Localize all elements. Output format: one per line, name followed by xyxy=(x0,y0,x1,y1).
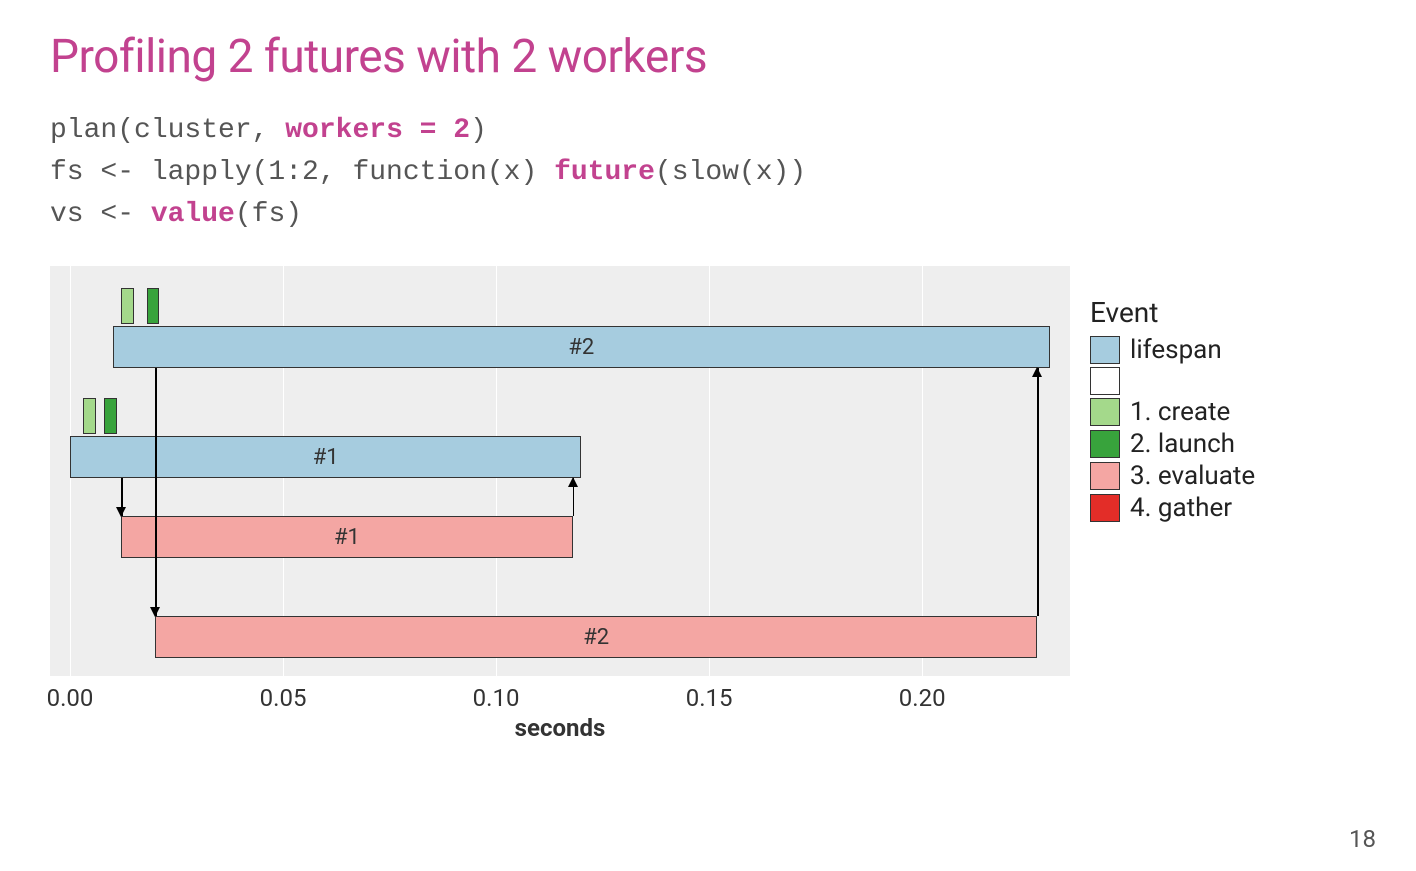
legend: Event lifespan 1. create2. launch3. evalu… xyxy=(1090,266,1255,525)
code-text: ) xyxy=(470,115,487,146)
code-line-1: plan(cluster, workers = 2) xyxy=(50,110,1366,152)
arrow xyxy=(1037,368,1039,616)
legend-title: Event xyxy=(1090,296,1255,329)
legend-label: 2. launch xyxy=(1130,429,1235,459)
legend-label: 3. evaluate xyxy=(1130,461,1255,491)
future2-lifespan: #2 xyxy=(113,326,1050,368)
legend-swatch xyxy=(1090,336,1120,364)
legend-label: lifespan xyxy=(1130,335,1222,365)
arrow xyxy=(573,478,575,516)
legend-swatch xyxy=(1090,462,1120,490)
page-title: Profiling 2 futures with 2 workers xyxy=(50,30,1366,84)
legend-item: 3. evaluate xyxy=(1090,461,1255,491)
gantt-chart: #2 #1 #1 #2 xyxy=(50,266,1070,676)
x-tick-label: 0.10 xyxy=(473,684,520,712)
x-tick-label: 0.20 xyxy=(899,684,946,712)
x-axis-label: seconds xyxy=(515,714,606,742)
future1-lifespan: #1 xyxy=(70,436,581,478)
x-tick-label: 0.15 xyxy=(686,684,733,712)
code-line-3: vs <- value(fs) xyxy=(50,194,1366,236)
code-text: fs <- lapply(1:2, function(x) xyxy=(50,157,554,188)
legend-swatch xyxy=(1090,398,1120,426)
legend-item: 4. gather xyxy=(1090,493,1255,523)
page-number: 18 xyxy=(1349,825,1376,853)
legend-label: 4. gather xyxy=(1130,493,1232,523)
future2-evaluate: #2 xyxy=(155,616,1037,658)
legend-swatch xyxy=(1090,367,1120,395)
legend-item: 2. launch xyxy=(1090,429,1255,459)
legend-item: 1. create xyxy=(1090,397,1255,427)
legend-item: lifespan xyxy=(1090,335,1255,365)
code-highlight: value xyxy=(151,199,235,230)
code-highlight: workers = 2 xyxy=(285,115,470,146)
code-highlight: future xyxy=(554,157,655,188)
x-axis: seconds 0.00 0.05 0.10 0.15 0.20 xyxy=(50,684,1070,744)
legend-item xyxy=(1090,367,1255,395)
code-text: (fs) xyxy=(235,199,302,230)
legend-label: 1. create xyxy=(1130,397,1230,427)
arrow xyxy=(155,368,157,616)
future1-create xyxy=(83,398,96,434)
code-text: (slow(x)) xyxy=(655,157,806,188)
legend-swatch xyxy=(1090,494,1120,522)
code-text: plan(cluster, xyxy=(50,115,285,146)
legend-swatch xyxy=(1090,430,1120,458)
future1-evaluate: #1 xyxy=(121,516,573,558)
future2-launch xyxy=(147,288,160,324)
code-line-2: fs <- lapply(1:2, function(x) future(slo… xyxy=(50,152,1366,194)
code-text: vs <- xyxy=(50,199,151,230)
future2-create xyxy=(121,288,134,324)
x-tick-label: 0.00 xyxy=(47,684,94,712)
arrow xyxy=(121,478,123,516)
x-tick-label: 0.05 xyxy=(260,684,307,712)
code-block: plan(cluster, workers = 2) fs <- lapply(… xyxy=(50,110,1366,236)
future1-launch xyxy=(104,398,117,434)
